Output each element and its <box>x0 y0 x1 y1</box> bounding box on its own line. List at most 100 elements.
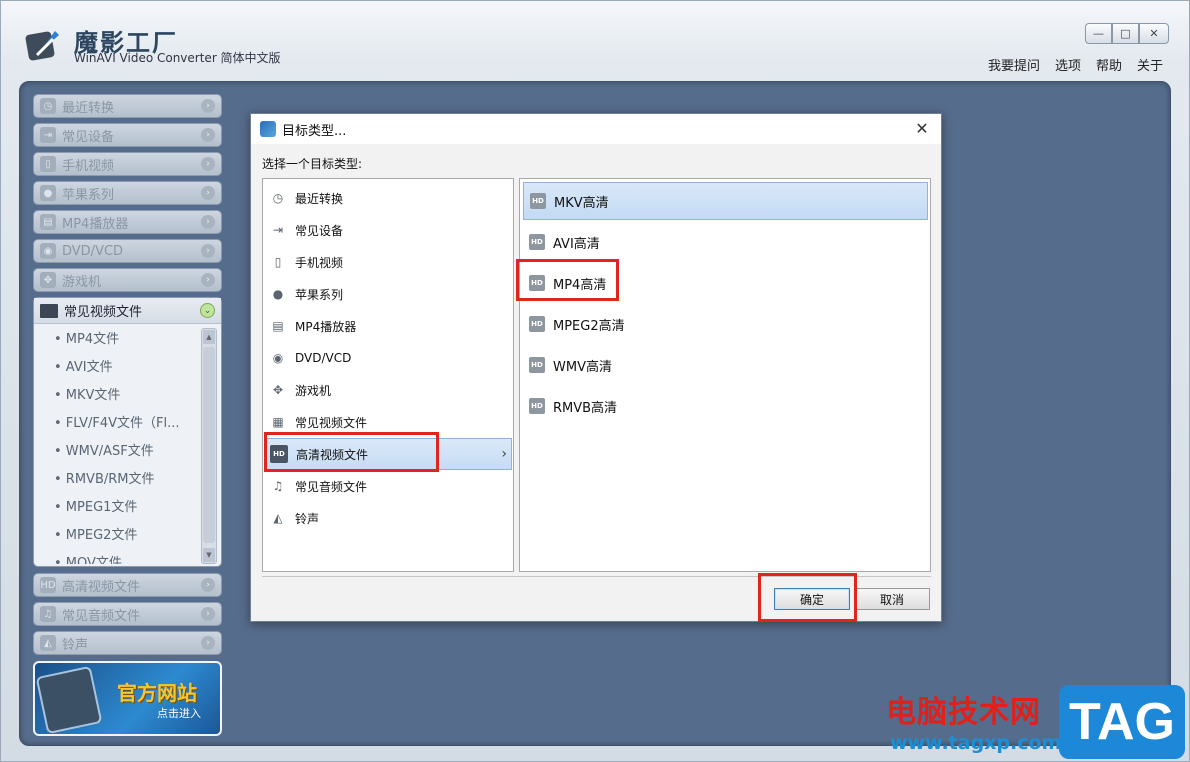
format-item-avi-hd[interactable]: HD AVI高清 <box>523 223 928 261</box>
target-type-dialog: 目标类型... ✕ 选择一个目标类型: ◷ 最近转换 ⇥ 常见设备 ▯ 手机视频… <box>250 113 942 622</box>
sidebar-scrollbar[interactable]: ▲ ▼ <box>201 328 217 564</box>
hd-icon: HD <box>529 234 545 250</box>
close-window-button[interactable]: ✕ <box>1139 23 1169 44</box>
clock-icon: ◷ <box>40 98 56 114</box>
chevron-right-icon: › <box>201 186 215 200</box>
device-icon: ⇥ <box>40 127 56 143</box>
gamepad-icon: ✥ <box>40 272 56 288</box>
apple-icon: ● <box>40 185 56 201</box>
category-item-recent[interactable]: ◷ 最近转换 <box>266 182 512 214</box>
device-icon: ⇥ <box>272 223 284 237</box>
banner-title: 官方网站 <box>117 681 197 705</box>
sidebar-sub-item[interactable]: • RMVB/RM文件 <box>34 466 194 494</box>
help-link[interactable]: 帮助 <box>1096 55 1122 74</box>
sidebar-sub-item[interactable]: • MOV文件 <box>34 550 194 564</box>
category-item-console[interactable]: ✥ 游戏机 <box>266 374 512 406</box>
format-item-wmv-hd[interactable]: HD WMV高清 <box>523 346 928 384</box>
category-label: 手机视频 <box>295 255 344 270</box>
disc-icon: ◉ <box>272 351 284 365</box>
scroll-down-icon[interactable]: ▼ <box>203 548 215 562</box>
category-label: 常见音频文件 <box>295 479 368 494</box>
mp4-player-icon: ▤ <box>40 214 56 230</box>
sidebar-item-devices[interactable]: ⇥ 常见设备 › <box>33 123 222 147</box>
scroll-up-icon[interactable]: ▲ <box>203 330 215 344</box>
category-label: 常见视频文件 <box>295 415 368 430</box>
sidebar-item-mp4-player[interactable]: ▤ MP4播放器 › <box>33 210 222 234</box>
dialog-prompt: 选择一个目标类型: <box>262 157 363 171</box>
sidebar-group-video-files: 常见视频文件 ⌄ • MP4文件 • AVI文件 • MKV文件 • FLV/F… <box>33 297 222 567</box>
format-item-mp4-hd[interactable]: HD MP4高清 <box>523 264 928 302</box>
category-item-phone[interactable]: ▯ 手机视频 <box>266 246 512 278</box>
sidebar-item-audio[interactable]: ♫ 常见音频文件 › <box>33 602 222 626</box>
format-item-rmvb-hd[interactable]: HD RMVB高清 <box>523 387 928 425</box>
sidebar-item-ringtone[interactable]: ◭ 铃声 › <box>33 631 222 655</box>
format-label: RMVB高清 <box>553 400 618 416</box>
official-site-banner[interactable]: 官方网站 点击进入 <box>33 661 222 736</box>
about-link[interactable]: 关于 <box>1137 55 1163 74</box>
category-item-dvd[interactable]: ◉ DVD/VCD <box>266 342 512 374</box>
category-item-ringtone[interactable]: ◭ 铃声 <box>266 502 512 534</box>
sidebar-sub-item[interactable]: • MPEG1文件 <box>34 494 194 522</box>
top-links: 我要提问 选项 帮助 关于 <box>988 55 1163 74</box>
sidebar-sub-item[interactable]: • MP4文件 <box>34 326 194 354</box>
maximize-button[interactable]: □ <box>1112 23 1139 44</box>
bell-icon: ◭ <box>273 511 283 525</box>
phone-icon: ▯ <box>274 255 282 269</box>
category-label: 游戏机 <box>295 383 332 398</box>
sidebar-item-label: DVD/VCD <box>62 243 124 259</box>
sidebar-item-recent[interactable]: ◷ 最近转换 › <box>33 94 222 118</box>
category-label: 铃声 <box>295 511 320 526</box>
sidebar-item-console[interactable]: ✥ 游戏机 › <box>33 268 222 292</box>
sidebar-item-label: 高清视频文件 <box>62 579 141 595</box>
clock-icon: ◷ <box>272 191 284 205</box>
sidebar-item-hd-video[interactable]: HD 高清视频文件 › <box>33 573 222 597</box>
chevron-right-icon: › <box>501 446 507 462</box>
scroll-thumb[interactable] <box>203 347 215 543</box>
chevron-right-icon: › <box>201 128 215 142</box>
sidebar-group-label: 常见视频文件 <box>64 305 143 320</box>
dialog-titlebar: 目标类型... ✕ <box>251 114 941 144</box>
sidebar-sub-item[interactable]: • MPEG2文件 <box>34 522 194 550</box>
hd-icon: HD <box>529 357 545 373</box>
banner-subtitle: 点击进入 <box>157 707 201 720</box>
dialog-title: 目标类型... <box>282 123 347 139</box>
chevron-right-icon: › <box>201 578 215 592</box>
bell-icon: ◭ <box>40 635 56 651</box>
format-item-mkv-hd[interactable]: HD MKV高清 <box>523 182 928 220</box>
ask-question-link[interactable]: 我要提问 <box>988 55 1040 74</box>
format-item-mpeg2-hd[interactable]: HD MPEG2高清 <box>523 305 928 343</box>
format-label: WMV高清 <box>553 359 612 375</box>
category-item-audio[interactable]: ♫ 常见音频文件 <box>266 470 512 502</box>
chevron-right-icon: › <box>201 273 215 287</box>
cancel-button[interactable]: 取消 <box>854 588 930 610</box>
category-label: MP4播放器 <box>295 319 357 334</box>
sidebar-sub-item[interactable]: • MKV文件 <box>34 382 194 410</box>
sidebar-item-apple[interactable]: ● 苹果系列 › <box>33 181 222 205</box>
sidebar-sub-item[interactable]: • AVI文件 <box>34 354 194 382</box>
app-subtitle: WinAVI Video Converter 简体中文版 <box>74 51 281 65</box>
sidebar-item-dvd[interactable]: ◉ DVD/VCD › <box>33 239 222 263</box>
watermark-text: 电脑技术网 <box>886 695 1041 730</box>
ok-button[interactable]: 确定 <box>774 588 850 610</box>
sidebar-item-phone[interactable]: ▯ 手机视频 › <box>33 152 222 176</box>
sidebar-sub-item[interactable]: • FLV/F4V文件（Fl... <box>34 410 194 438</box>
hd-icon: HD <box>529 316 545 332</box>
sidebar-item-label: MP4播放器 <box>62 216 129 232</box>
category-label: DVD/VCD <box>295 351 352 365</box>
sidebar-item-label: 常见音频文件 <box>62 608 141 624</box>
category-item-apple[interactable]: ● 苹果系列 <box>266 278 512 310</box>
options-link[interactable]: 选项 <box>1055 55 1081 74</box>
sidebar-item-label: 苹果系列 <box>62 187 115 203</box>
sidebar-sub-item[interactable]: • WMV/ASF文件 <box>34 438 194 466</box>
category-label: 常见设备 <box>295 223 344 238</box>
minimize-button[interactable]: — <box>1085 23 1112 44</box>
category-list: ◷ 最近转换 ⇥ 常见设备 ▯ 手机视频 ● 苹果系列 ▤ MP4播放器 ◉ D… <box>262 178 514 572</box>
chevron-right-icon: › <box>201 244 215 258</box>
category-item-mp4-player[interactable]: ▤ MP4播放器 <box>266 310 512 342</box>
sidebar-group-header[interactable]: 常见视频文件 ⌄ <box>34 298 221 324</box>
category-item-devices[interactable]: ⇥ 常见设备 <box>266 214 512 246</box>
dialog-close-button[interactable]: ✕ <box>909 117 935 141</box>
category-item-video-files[interactable]: ▦ 常见视频文件 <box>266 406 512 438</box>
sidebar-item-label: 常见设备 <box>62 129 115 145</box>
category-item-hd-video[interactable]: HD 高清视频文件 › <box>266 438 512 470</box>
